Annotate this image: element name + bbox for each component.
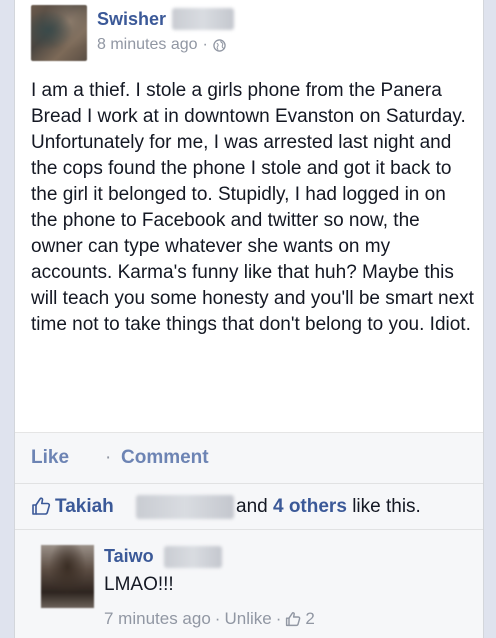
comment-button[interactable]: Comment (121, 447, 209, 469)
post-body: I am a thief. I stole a girls phone from… (31, 80, 474, 335)
action-separator: · (105, 447, 112, 468)
likes-suffix: like this. (352, 496, 421, 517)
post-meta: 8 minutes ago · (97, 36, 226, 54)
commenter-avatar[interactable] (41, 545, 94, 608)
meta-separator: · (202, 36, 208, 53)
post-actions-bar: Like · Comment (15, 432, 483, 484)
story-card: Swisher 8 minutes ago · I am a thief. I … (14, 0, 484, 638)
comment-item: Taiwo LMAO!!! 7 minutes ago · Unlike · 2 (15, 530, 483, 638)
post-header: Swisher 8 minutes ago · (15, 0, 483, 70)
likes-and: and (236, 496, 268, 517)
author-line: Swisher (97, 8, 235, 30)
others-link[interactable]: 4 others (273, 496, 347, 517)
likes-summary: Takiah and 4 others like this. (15, 484, 483, 530)
comment-text: LMAO!!! (104, 574, 174, 595)
thumbs-up-icon (32, 497, 51, 515)
redacted-surname (172, 8, 235, 30)
comment-meta-sep-2: · (275, 609, 282, 628)
author-name-link[interactable]: Swisher (97, 9, 166, 30)
thumbs-up-icon[interactable] (285, 611, 301, 627)
globe-icon[interactable] (213, 38, 226, 52)
post-timestamp[interactable]: 8 minutes ago (97, 36, 198, 54)
redacted-commenter-surname (164, 546, 222, 568)
likes-rest-text: and 4 others like this. (236, 496, 421, 518)
redacted-liker-surname (136, 495, 234, 519)
comment-meta-sep-1: · (214, 609, 221, 628)
comment-meta: 7 minutes ago · Unlike · 2 (104, 609, 315, 629)
liker-name-link[interactable]: Takiah (55, 496, 114, 518)
comment-like-count[interactable]: 2 (305, 609, 314, 629)
like-button[interactable]: Like (31, 447, 69, 469)
comment-timestamp[interactable]: 7 minutes ago (104, 609, 211, 629)
unlike-button[interactable]: Unlike (224, 609, 271, 629)
commenter-name-link[interactable]: Taiwo (104, 546, 154, 567)
author-avatar[interactable] (31, 5, 87, 61)
